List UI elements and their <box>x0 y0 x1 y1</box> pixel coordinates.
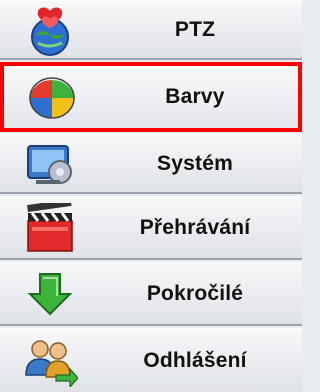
menu-item-label: Přehrávání <box>139 215 251 239</box>
menu-item-system[interactable]: Systém <box>0 134 302 194</box>
menu-item-label: Odhlášení <box>143 348 247 372</box>
ptz-hearts-globe-icon <box>22 5 78 56</box>
menu-item-playback[interactable]: Přehrávání <box>0 196 302 260</box>
menu-item-label: PTZ <box>174 17 216 41</box>
menu-item-logout[interactable]: Odhlášení <box>0 328 302 392</box>
menu-item-label: Systém <box>157 151 233 175</box>
playback-clapperboard-icon <box>22 198 78 253</box>
menu-item-ptz[interactable]: PTZ <box>0 0 302 60</box>
logout-users-icon <box>22 335 79 389</box>
menu-item-label: Barvy <box>165 85 225 108</box>
advanced-download-arrow-icon <box>22 270 78 320</box>
menu-item-advanced[interactable]: Pokročilé <box>0 262 302 326</box>
color-palette-icon <box>22 72 78 122</box>
menu-item-label: Pokročilé <box>146 281 244 305</box>
system-settings-icon <box>22 140 78 190</box>
menu-item-barvy[interactable]: Barvy <box>0 62 302 132</box>
side-menu: PTZ Barvy Systém Přehrávání Pokročilé Od… <box>0 0 302 392</box>
